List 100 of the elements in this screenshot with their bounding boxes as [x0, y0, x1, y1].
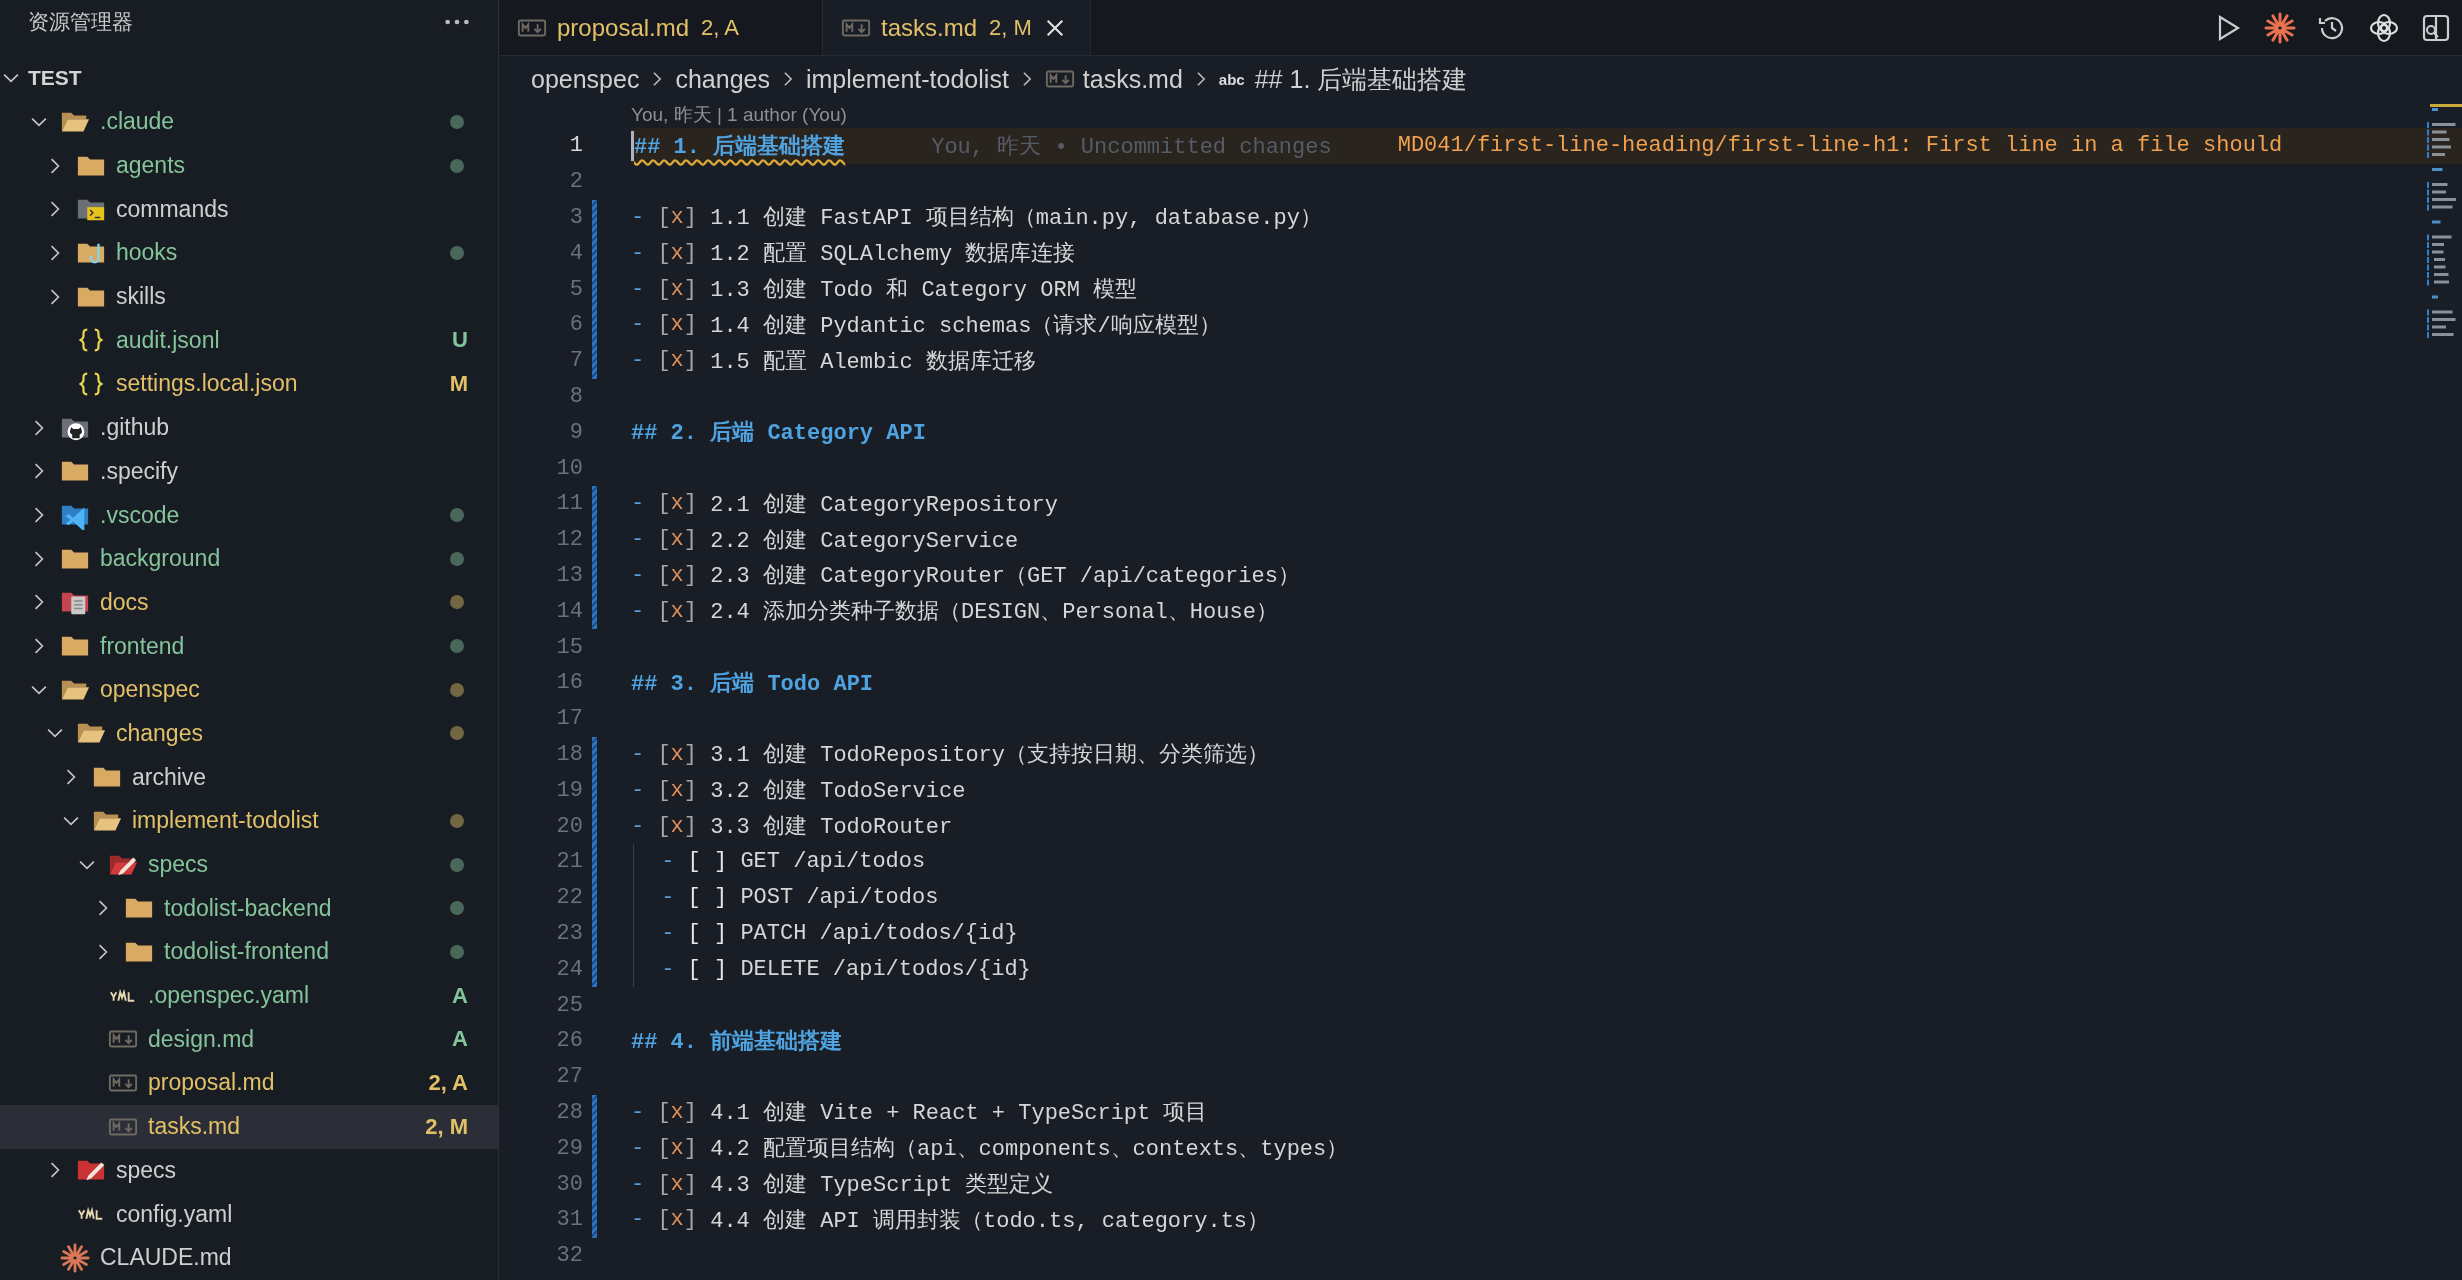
line-number: 7	[568, 348, 583, 374]
task-text: 1.2 配置 SQLAlchemy 数据库连接	[710, 240, 1076, 269]
task-text: 3.2 创建 TodoService	[710, 778, 966, 806]
folder-row[interactable]: .github	[0, 405, 498, 450]
symbol-icon: abc	[1218, 70, 1245, 88]
file-row[interactable]: audit.jsonl U	[0, 318, 498, 363]
folder-row[interactable]: implement-todolist	[0, 799, 498, 843]
list-bullet: -	[661, 956, 675, 982]
file-name: hooks	[116, 239, 178, 267]
checkbox-text: [x]	[657, 813, 697, 839]
breadcrumb-item[interactable]: tasks.md	[1082, 64, 1183, 94]
file-name: todolist-backend	[164, 894, 332, 922]
line-number: 24	[555, 956, 583, 982]
task-text: 1.5 配置 Alembic 数据库迁移	[710, 348, 1036, 376]
breadcrumb-item[interactable]: ## 1. 后端基础搭建	[1254, 62, 1468, 96]
file-name: skills	[116, 283, 166, 311]
starburst-icon[interactable]	[2264, 11, 2296, 44]
line-number: 16	[555, 670, 583, 696]
list-bullet: -	[631, 1135, 645, 1161]
list-bullet: -	[631, 1207, 645, 1233]
task-text: PATCH /api/todos/{id}	[740, 920, 1018, 946]
file-row[interactable]: .openspec.yaml A	[0, 973, 498, 1018]
folder-row[interactable]: specs	[0, 1148, 498, 1193]
folder-row[interactable]: openspec	[0, 667, 498, 712]
file-row[interactable]: settings.local.json M	[0, 362, 498, 406]
checkbox-text: [x]	[657, 527, 697, 553]
line-number: 32	[555, 1243, 583, 1269]
file-name: frontend	[100, 632, 185, 660]
checkbox-text: [x]	[657, 348, 697, 374]
heading-text: ## 1. 后端基础搭建	[634, 133, 846, 161]
folder-row[interactable]: agents	[0, 143, 498, 188]
list-bullet: -	[631, 741, 645, 767]
list-bullet: -	[631, 527, 645, 553]
file-row[interactable]: config.yaml	[0, 1192, 498, 1236]
list-bullet: -	[631, 240, 645, 266]
file-name: specs	[116, 1156, 177, 1184]
line-number: 10	[555, 455, 583, 481]
list-bullet: -	[631, 348, 645, 374]
checkbox-text: [x]	[657, 1207, 697, 1233]
folder-row[interactable]: .vscode	[0, 493, 498, 537]
folder-row[interactable]: skills	[0, 274, 498, 319]
file-name: .vscode	[100, 501, 180, 529]
file-row[interactable]: CLAUDE.md	[0, 1235, 498, 1280]
folder-row[interactable]: todolist-frontend	[0, 930, 498, 974]
breadcrumb-item[interactable]: implement-todolist	[805, 64, 1009, 94]
folder-row[interactable]: background	[0, 536, 498, 581]
knot-icon[interactable]	[2368, 11, 2400, 44]
codelens-text[interactable]: You, 昨天 | 1 author (You)	[631, 102, 847, 128]
line-number: 21	[555, 849, 583, 875]
folder-row[interactable]: commands	[0, 187, 498, 232]
file-row[interactable]: proposal.md 2, A	[0, 1061, 498, 1105]
checkbox-text: [x]	[657, 1135, 697, 1161]
task-text: 2.3 创建 CategoryRouter（GET /api/categories）	[710, 563, 1300, 591]
line-number: 22	[555, 885, 583, 911]
file-row[interactable]: tasks.md 2, M	[0, 1104, 498, 1149]
checkbox-text: [ ]	[687, 885, 728, 911]
folder-row[interactable]: todolist-backend	[0, 886, 498, 931]
folder-row[interactable]: docs	[0, 580, 498, 625]
editor-tab[interactable]: tasks.md 2, M	[823, 0, 1091, 55]
list-bullet: -	[631, 598, 645, 624]
checkbox-text: [x]	[657, 598, 697, 624]
checkbox-text: [x]	[657, 741, 697, 767]
checkbox-text: [x]	[657, 491, 697, 517]
folder-row[interactable]: hooks	[0, 231, 498, 275]
line-number: 2	[568, 169, 583, 195]
list-bullet: -	[631, 562, 645, 588]
folder-row[interactable]: frontend	[0, 624, 498, 668]
git-status-label: A	[452, 1026, 468, 1053]
folder-row[interactable]: .claude	[0, 100, 498, 144]
file-row[interactable]: design.md A	[0, 1017, 498, 1062]
file-name: archive	[132, 763, 207, 791]
task-text: DELETE /api/todos/{id}	[740, 956, 1031, 982]
task-text: 4.3 创建 TypeScript 类型定义	[710, 1171, 1054, 1199]
checkbox-text: [ ]	[687, 920, 728, 946]
folder-row[interactable]: archive	[0, 755, 498, 799]
line-number: 8	[568, 383, 583, 409]
diagnostic-message: MD041/first-line-heading/first-line-h1: First line in a file should	[1397, 133, 2283, 159]
checkbox-text: [ ]	[687, 956, 728, 982]
starburst-icon	[60, 1242, 90, 1273]
file-name: audit.jsonl	[116, 326, 220, 354]
folder-row[interactable]: .specify	[0, 449, 498, 494]
file-name: background	[100, 545, 221, 573]
folder-row[interactable]: changes	[0, 711, 498, 756]
task-text: POST /api/todos	[740, 885, 939, 911]
breadcrumb-item[interactable]: changes	[675, 64, 770, 94]
file-name: agents	[116, 152, 186, 180]
line-number: 14	[555, 598, 583, 624]
line-number: 26	[555, 1028, 583, 1054]
file-name: implement-todolist	[132, 807, 319, 835]
checkbox-text: [x]	[657, 312, 697, 338]
git-status-label: U	[452, 327, 468, 354]
workspace-header[interactable]: TEST	[0, 56, 498, 100]
list-bullet: -	[631, 1171, 645, 1197]
git-status-label: 2, A	[428, 1069, 468, 1096]
file-name: changes	[116, 719, 203, 747]
list-bullet: -	[661, 849, 675, 875]
line-number: 20	[555, 813, 583, 839]
file-name: settings.local.json	[116, 370, 298, 398]
breadcrumb-item[interactable]: openspec	[531, 64, 640, 94]
folder-row[interactable]: specs	[0, 842, 498, 887]
